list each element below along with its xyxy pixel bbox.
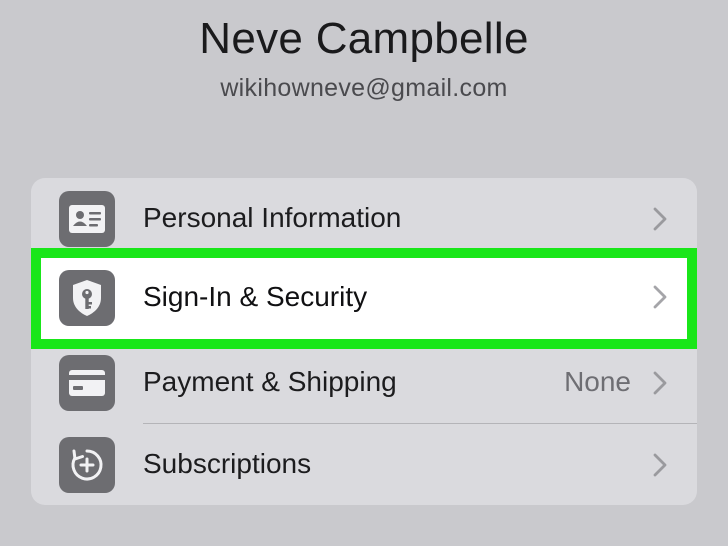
settings-item-payment-shipping[interactable]: Payment & Shipping None (31, 342, 697, 424)
settings-item-value: None (564, 366, 631, 397)
settings-item-label: Subscriptions (143, 448, 312, 479)
settings-item-sign-in-security[interactable]: Sign-In & Security (31, 248, 697, 349)
shield-key-icon (59, 270, 115, 326)
chevron-right-icon (653, 453, 667, 477)
credit-card-icon (59, 355, 115, 411)
chevron-right-icon (653, 207, 667, 231)
profile-email: wikihowneve@gmail.com (220, 74, 508, 102)
chevron-right-icon (653, 371, 667, 395)
settings-item-label: Payment & Shipping (143, 366, 397, 397)
settings-item-label: Personal Information (143, 202, 402, 233)
id-card-icon (59, 191, 115, 247)
settings-item-subscriptions[interactable]: Subscriptions (31, 424, 697, 506)
chevron-right-icon (653, 285, 667, 309)
profile-name: Neve Campbelle (199, 14, 529, 63)
subscriptions-icon (59, 437, 115, 493)
settings-item-label: Sign-In & Security (143, 281, 368, 312)
